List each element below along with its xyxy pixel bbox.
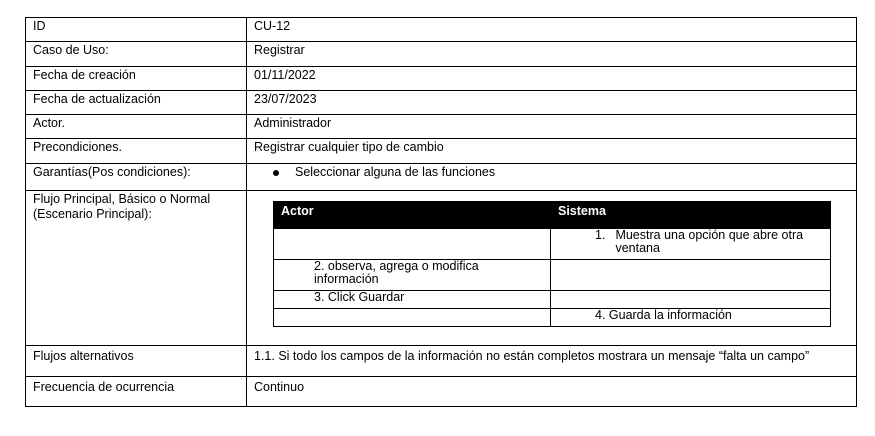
flow-row-2-system bbox=[550, 259, 831, 291]
update-date-value: 23/07/2023 bbox=[246, 90, 857, 115]
row-use-case: Caso de Uso: Registrar bbox=[25, 41, 857, 67]
row-actor: Actor. Administrador bbox=[25, 114, 857, 139]
main-flow-label: Flujo Principal, Básico o Normal (Escena… bbox=[25, 190, 247, 346]
row-id: ID CU-12 bbox=[25, 17, 857, 42]
creation-date-label: Fecha de creación bbox=[25, 66, 247, 91]
step-3-text: 3. Click Guardar bbox=[273, 290, 551, 309]
flow-header-row: Actor Sistema bbox=[273, 201, 831, 229]
update-date-label: Fecha de actualización bbox=[25, 90, 247, 115]
guarantees-value: Seleccionar alguna de las funciones bbox=[295, 165, 496, 179]
flow-row-1-actor bbox=[273, 228, 551, 260]
flow-header-system: Sistema bbox=[550, 201, 831, 229]
row-guarantees: Garantías(Pos condiciones): Seleccionar … bbox=[25, 163, 857, 191]
bullet-icon bbox=[273, 170, 279, 176]
flow-header-actor: Actor bbox=[273, 201, 551, 229]
use-case-label: Caso de Uso: bbox=[25, 41, 247, 67]
flow-table: Actor Sistema 1. Muestra una opción que … bbox=[273, 201, 831, 327]
step-1-number: 1. bbox=[595, 228, 606, 242]
frequency-value: Continuo bbox=[246, 376, 857, 407]
flow-row-4: 4. Guarda la información bbox=[273, 308, 831, 327]
row-update-date: Fecha de actualización 23/07/2023 bbox=[25, 90, 857, 115]
preconditions-value: Registrar cualquier tipo de cambio bbox=[246, 138, 857, 164]
use-case-table: ID CU-12 Caso de Uso: Registrar Fecha de… bbox=[25, 17, 857, 407]
step-1: 1. Muestra una opción que abre otra vent… bbox=[595, 229, 823, 255]
preconditions-label: Precondiciones. bbox=[25, 138, 247, 164]
id-value: CU-12 bbox=[246, 17, 857, 42]
guarantees-bullet-item: Seleccionar alguna de las funciones bbox=[254, 165, 849, 180]
use-case-value: Registrar bbox=[246, 41, 857, 67]
guarantees-cell: Seleccionar alguna de las funciones bbox=[246, 163, 857, 191]
alt-flows-value: 1.1. Si todo los campos de la informació… bbox=[246, 345, 857, 377]
row-preconditions: Precondiciones. Registrar cualquier tipo… bbox=[25, 138, 857, 164]
flow-row-2: 2. observa, agrega o modifica informació… bbox=[273, 259, 831, 291]
row-frequency: Frecuencia de ocurrencia Continuo bbox=[25, 376, 857, 407]
frequency-label: Frecuencia de ocurrencia bbox=[25, 376, 247, 407]
flow-row-3-system bbox=[550, 290, 831, 309]
row-main-flow: Flujo Principal, Básico o Normal (Escena… bbox=[25, 190, 857, 346]
row-alt-flows: Flujos alternativos 1.1. Si todo los cam… bbox=[25, 345, 857, 377]
step-1-text: Muestra una opción que abre otra ventana bbox=[615, 228, 804, 255]
creation-date-value: 01/11/2022 bbox=[246, 66, 857, 91]
flow-row-1-system: 1. Muestra una opción que abre otra vent… bbox=[550, 228, 831, 260]
main-flow-cell: Actor Sistema 1. Muestra una opción que … bbox=[246, 190, 857, 346]
flow-row-4-actor bbox=[273, 308, 551, 327]
flow-row-1: 1. Muestra una opción que abre otra vent… bbox=[273, 228, 831, 260]
step-4-text: 4. Guarda la información bbox=[550, 308, 831, 327]
alt-flows-label: Flujos alternativos bbox=[25, 345, 247, 377]
step-2-text: 2. observa, agrega o modifica informació… bbox=[273, 259, 551, 291]
flow-row-3: 3. Click Guardar bbox=[273, 290, 831, 309]
actor-value: Administrador bbox=[246, 114, 857, 139]
guarantees-label: Garantías(Pos condiciones): bbox=[25, 163, 247, 191]
row-creation-date: Fecha de creación 01/11/2022 bbox=[25, 66, 857, 91]
actor-label: Actor. bbox=[25, 114, 247, 139]
id-label: ID bbox=[25, 17, 247, 42]
